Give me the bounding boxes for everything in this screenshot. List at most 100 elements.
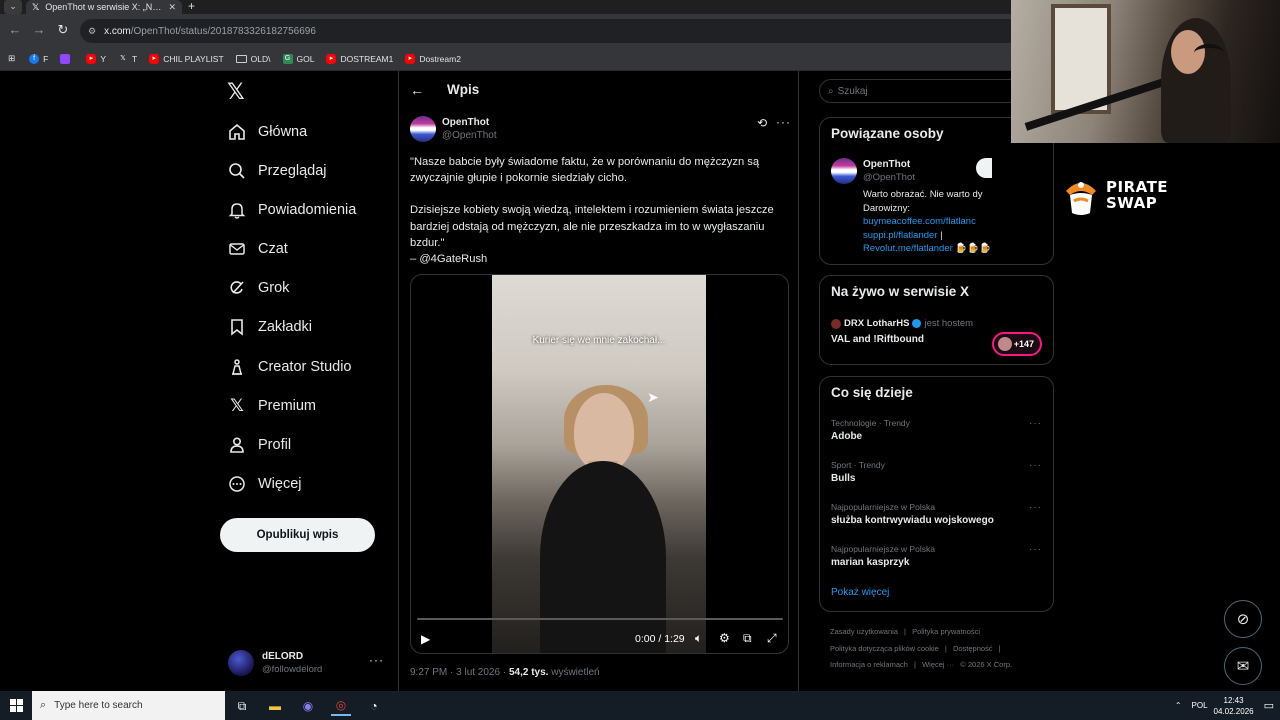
fullscreen-icon[interactable]: ⤢ bbox=[767, 631, 777, 646]
obs-icon[interactable]: ◔ bbox=[364, 696, 384, 716]
windows-start-button[interactable] bbox=[0, 691, 32, 720]
post-author-avatar[interactable] bbox=[410, 116, 436, 142]
trend-item[interactable]: Najpopularniejsze w Polska marian kasprz… bbox=[831, 544, 1046, 568]
footer-link[interactable]: Zasady użytkowania bbox=[830, 627, 898, 636]
related-handle[interactable]: @OpenThot bbox=[863, 172, 915, 183]
windows-taskbar: ⌕ Type here to search ⧉ ▬ ◉ ◎ ◔ ⌃ POL 12… bbox=[0, 691, 1280, 720]
bookmark-item[interactable]: ▸ DOSTREAM1 bbox=[326, 53, 393, 64]
tray-chevron-icon[interactable]: ⌃ bbox=[1175, 701, 1182, 710]
post-timestamp[interactable]: 9:27 PM · 3 lut 2026 · bbox=[410, 667, 509, 678]
url-field[interactable]: ⚙ x.com /OpenThot/status/201878332618275… bbox=[80, 19, 1020, 43]
video-frame[interactable] bbox=[492, 275, 706, 653]
post-author-name[interactable]: OpenThot bbox=[442, 117, 489, 128]
taskbar-search-input[interactable]: ⌕ Type here to search bbox=[32, 691, 225, 720]
folder-icon bbox=[235, 54, 247, 63]
tab-search-button[interactable]: ⌄ bbox=[4, 0, 22, 14]
nav-item-creator-studio[interactable]: Creator Studio bbox=[228, 355, 352, 379]
nav-item-notifications[interactable]: Powiadomienia bbox=[228, 198, 356, 222]
bio-link[interactable]: suppi.pl/flatlander bbox=[863, 230, 937, 241]
publish-post-button[interactable]: Opublikuj wpis bbox=[220, 518, 375, 552]
footer-links: Zasady użytkowania | Polityka prywatnośc… bbox=[830, 627, 1013, 669]
more-icon[interactable]: ··· bbox=[1029, 502, 1042, 513]
nav-item-more[interactable]: Więcej bbox=[228, 472, 302, 496]
more-icon[interactable]: ··· bbox=[776, 115, 791, 129]
grok-icon[interactable]: ⟲ bbox=[757, 116, 767, 130]
apps-grid-icon[interactable]: ⊞ bbox=[8, 53, 15, 64]
live-title[interactable]: VAL and !Riftbound bbox=[831, 334, 924, 345]
card-title: Powiązane osoby bbox=[831, 126, 944, 141]
post-text-attribution[interactable]: – @4GateRush bbox=[410, 251, 782, 267]
live-listeners-badge[interactable]: +147 bbox=[992, 332, 1042, 356]
bookmark-item[interactable]: fF bbox=[29, 53, 48, 64]
clock[interactable]: 12:43 04.02.2026 bbox=[1214, 695, 1254, 717]
more-icon[interactable]: ··· bbox=[369, 653, 384, 667]
nav-item-premium[interactable]: 𝕏 Premium bbox=[228, 394, 316, 418]
trend-item[interactable]: Technologie · Trendy Adobe ··· bbox=[831, 418, 1046, 442]
volume-icon[interactable]: 🔈︎ bbox=[695, 631, 702, 646]
language-indicator[interactable]: POL bbox=[1192, 701, 1208, 710]
bookmark-item[interactable]: ▸ Y bbox=[86, 53, 106, 64]
footer-link[interactable]: Polityka prywatności bbox=[912, 627, 980, 636]
notifications-icon[interactable]: ▭ bbox=[1264, 699, 1274, 712]
footer-link[interactable]: Więcej ··· bbox=[922, 660, 954, 669]
bio-link[interactable]: buymeacoffee.com/flatlanc bbox=[863, 215, 993, 229]
bookmark-item[interactable]: 𝕏T bbox=[118, 54, 137, 64]
nav-item-label: Czat bbox=[258, 241, 288, 257]
nav-item-chat[interactable]: Czat bbox=[228, 237, 288, 261]
play-icon[interactable]: ▶ bbox=[421, 632, 430, 646]
x-logo-icon[interactable]: 𝕏 bbox=[227, 79, 245, 105]
back-icon[interactable]: ← bbox=[6, 22, 24, 37]
file-explorer-icon[interactable]: ▬ bbox=[265, 696, 285, 716]
live-card: Na żywo w serwisie X DRX LotharHS jest h… bbox=[819, 275, 1054, 365]
footer-link[interactable]: Dostępność bbox=[953, 644, 993, 653]
windows-logo-icon bbox=[9, 699, 23, 712]
video-progress-bar[interactable] bbox=[417, 618, 783, 620]
footer-link[interactable]: Polityka dotycząca plików cookie bbox=[830, 644, 939, 653]
nav-item-grok[interactable]: Grok bbox=[228, 276, 289, 300]
card-title: Na żywo w serwisie X bbox=[831, 284, 970, 299]
reload-icon[interactable]: ↻ bbox=[54, 22, 72, 38]
nav-item-explore[interactable]: Przeglądaj bbox=[228, 159, 327, 183]
new-tab-button[interactable]: + bbox=[188, 0, 195, 13]
show-more-link[interactable]: Pokaż więcej bbox=[831, 587, 889, 598]
bookmark-item[interactable]: ▸ Dostream2 bbox=[405, 53, 461, 64]
verified-badge-icon bbox=[912, 319, 922, 328]
nav-item-home[interactable]: Główna bbox=[228, 120, 307, 144]
post-author-handle[interactable]: @OpenThot bbox=[442, 130, 497, 141]
bookmark-item[interactable]: G GOL bbox=[282, 53, 314, 64]
avatar bbox=[998, 337, 1012, 351]
forward-icon[interactable]: → bbox=[30, 22, 48, 37]
account-switcher[interactable]: dELORD @followdelord ··· bbox=[228, 647, 388, 679]
bookmark-item[interactable]: ▸ CHIL PLAYLIST bbox=[149, 53, 224, 64]
bookmark-folder[interactable]: OLD\ bbox=[235, 54, 271, 64]
bookmark-favicon-icon: f bbox=[29, 53, 40, 64]
grok-fab[interactable]: ⊘ bbox=[1224, 600, 1262, 638]
site-info-icon[interactable]: ⚙ bbox=[88, 26, 96, 37]
more-icon[interactable]: ··· bbox=[1029, 418, 1042, 429]
tab-close-icon[interactable]: ✕ bbox=[168, 2, 176, 13]
video-player[interactable]: Kurier się we mnie zakochał... ➤ ▶ 0:00 … bbox=[410, 274, 789, 654]
bio-link[interactable]: Revolut.me/flatlander bbox=[863, 243, 953, 254]
avatar[interactable] bbox=[831, 158, 857, 184]
nav-item-bookmarks[interactable]: Zakładki bbox=[228, 315, 312, 339]
settings-icon[interactable]: ⚙ bbox=[719, 631, 730, 645]
more-icon[interactable]: ··· bbox=[1029, 460, 1042, 471]
task-view-icon[interactable]: ⧉ bbox=[232, 696, 252, 716]
more-icon[interactable]: ··· bbox=[1029, 544, 1042, 555]
chrome-icon[interactable]: ◎ bbox=[331, 696, 351, 716]
nav-item-profile[interactable]: Profil bbox=[228, 433, 291, 457]
footer-link[interactable]: Informacja o reklamach bbox=[830, 660, 908, 669]
back-arrow-icon[interactable]: ← bbox=[410, 82, 424, 98]
trend-item[interactable]: Sport · Trendy Bulls ··· bbox=[831, 460, 1046, 484]
bookmark-item[interactable] bbox=[60, 53, 74, 64]
live-host[interactable]: DRX LotharHS jest hostem bbox=[831, 318, 973, 329]
follow-button[interactable] bbox=[976, 158, 992, 178]
home-icon bbox=[228, 123, 246, 141]
post-meta: 9:27 PM · 3 lut 2026 · 54,2 tys. wyświet… bbox=[410, 667, 600, 678]
related-name[interactable]: OpenThot bbox=[863, 159, 910, 170]
messages-fab[interactable]: ✉ bbox=[1224, 647, 1262, 685]
pip-icon[interactable]: ⧉ bbox=[743, 631, 752, 646]
discord-icon[interactable]: ◉ bbox=[298, 696, 318, 716]
browser-tab[interactable]: 𝕏 OpenThot w serwisie X: „Nasze ✕ bbox=[26, 0, 182, 14]
trend-item[interactable]: Najpopularniejsze w Polska służba kontrw… bbox=[831, 502, 1046, 526]
